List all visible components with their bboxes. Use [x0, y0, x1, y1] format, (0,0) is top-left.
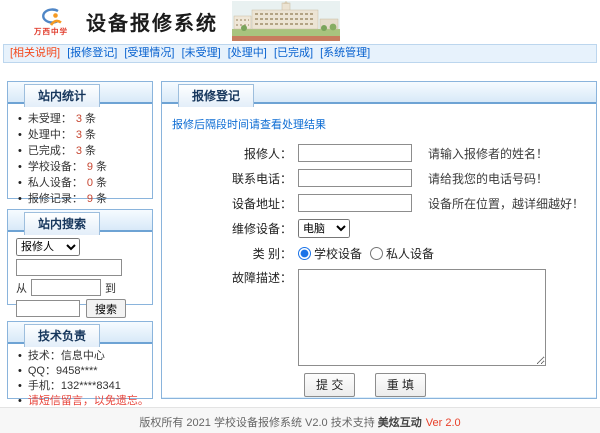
logo: 万西中学 — [28, 6, 74, 37]
sidebar: 站内统计 未受理：3条 处理中：3条 已完成：3条 学校设备：9条 私人设备：0… — [7, 81, 153, 399]
notice-text: 报修后隔段时间请查看处理结果 — [172, 116, 586, 132]
address-label: 设备地址： — [170, 195, 298, 212]
tech-item: QQ：9458**** — [16, 364, 148, 379]
main-nav: [相关说明] [报修登记] [受理情况] [未受理] [处理中] [已完成] [… — [3, 44, 597, 63]
private-device-radio[interactable] — [370, 247, 383, 260]
form-row-fault: 故障描述： — [170, 269, 586, 366]
stat-item: 处理中：3条 — [16, 127, 148, 143]
category-label: 类 别： — [170, 245, 298, 262]
address-input[interactable] — [298, 194, 412, 212]
search-to-label: 到 — [105, 280, 116, 296]
repair-panel-header: 报修登记 — [162, 82, 596, 104]
search-button[interactable]: 搜索 — [86, 299, 126, 318]
device-label: 维修设备： — [170, 220, 298, 237]
school-photo — [232, 1, 340, 41]
phone-hint: 请给我您的电话号码！ — [428, 170, 548, 187]
form-row-category: 类 别： 学校设备 私人设备 — [170, 245, 586, 262]
repair-form: 报修后隔段时间请查看处理结果 报修人： 请输入报修者的姓名！ 联系电话： 请给我… — [162, 104, 596, 397]
form-buttons: 提 交 重 填 — [304, 373, 586, 397]
category-option-private[interactable]: 私人设备 — [370, 245, 434, 262]
nav-item-system-admin[interactable]: [系统管理] — [320, 47, 370, 59]
tech-note: 请短信留言，以免遗忘。 — [16, 394, 148, 409]
fault-description-textarea[interactable] — [298, 269, 546, 366]
page-title: 设备报修系统 — [86, 7, 218, 36]
address-hint: 设备所在位置，越详细越好！ — [428, 195, 584, 212]
stat-item: 报修记录：9条 — [16, 191, 148, 207]
content-area: 站内统计 未受理：3条 处理中：3条 已完成：3条 学校设备：9条 私人设备：0… — [0, 81, 600, 399]
submit-button[interactable]: 提 交 — [304, 373, 355, 397]
nav-item-repair-register[interactable]: [报修登记] — [67, 47, 117, 59]
tech-panel: 技术负责 技术：信息中心 QQ：9458**** 手机：132****8341 … — [7, 321, 153, 399]
tech-item: 手机：132****8341 — [16, 379, 148, 394]
reporter-hint: 请输入报修者的姓名！ — [428, 145, 548, 162]
stats-panel-title: 站内统计 — [24, 84, 100, 107]
stats-panel-header: 站内统计 — [8, 82, 152, 104]
search-panel: 站内搜索 报修人 从 到 搜索 — [7, 209, 153, 305]
stat-item: 已完成：3条 — [16, 143, 148, 159]
nav-item-not-accepted[interactable]: [未受理] — [182, 47, 221, 59]
stat-item: 学校设备：9条 — [16, 159, 148, 175]
nav-item-completed[interactable]: [已完成] — [274, 47, 313, 59]
tech-panel-header: 技术负责 — [8, 322, 152, 344]
nav-item-related-info[interactable]: [相关说明] — [10, 47, 60, 59]
search-form: 报修人 从 到 搜索 — [8, 232, 152, 324]
form-row-device: 维修设备： 电脑 — [170, 219, 586, 238]
fault-label: 故障描述： — [170, 269, 298, 286]
footer-version: Ver 2.0 — [426, 417, 461, 429]
tech-item: 技术：信息中心 — [16, 349, 148, 364]
stat-item: 未受理：3条 — [16, 111, 148, 127]
form-row-address: 设备地址： 设备所在位置，越详细越好！ — [170, 194, 586, 212]
device-select[interactable]: 电脑 — [298, 219, 350, 238]
school-device-radio[interactable] — [298, 247, 311, 260]
app-header: 万西中学 设备报修系统 — [0, 0, 600, 42]
phone-input[interactable] — [298, 169, 412, 187]
search-from-label: 从 — [16, 280, 27, 296]
repair-form-panel: 报修登记 报修后隔段时间请查看处理结果 报修人： 请输入报修者的姓名！ 联系电话… — [161, 81, 597, 399]
logo-swirl-icon — [36, 6, 66, 28]
search-keyword-input[interactable] — [16, 259, 122, 276]
phone-label: 联系电话： — [170, 170, 298, 187]
nav-item-in-progress[interactable]: [处理中] — [228, 47, 267, 59]
search-from-input[interactable] — [31, 279, 101, 296]
copyright-text: 版权所有 2021 学校设备报修系统 V2.0 技术支持 — [139, 417, 377, 429]
stats-list: 未受理：3条 处理中：3条 已完成：3条 学校设备：9条 私人设备：0条 报修记… — [8, 104, 152, 213]
reporter-input[interactable] — [298, 144, 412, 162]
nav-item-handling-status[interactable]: [受理情况] — [124, 47, 174, 59]
footer-company: 美炫互动 — [378, 417, 422, 429]
panel-bottom-strip — [162, 397, 596, 398]
stat-item: 私人设备：0条 — [16, 175, 148, 191]
search-panel-title: 站内搜索 — [24, 212, 100, 235]
search-to-input[interactable] — [16, 300, 80, 317]
form-row-phone: 联系电话： 请给我您的电话号码！ — [170, 169, 586, 187]
search-panel-header: 站内搜索 — [8, 210, 152, 232]
tech-panel-title: 技术负责 — [24, 324, 100, 347]
form-row-reporter: 报修人： 请输入报修者的姓名！ — [170, 144, 586, 162]
category-option-school[interactable]: 学校设备 — [298, 245, 362, 262]
search-field-select[interactable]: 报修人 — [16, 238, 80, 256]
reset-button[interactable]: 重 填 — [375, 373, 426, 397]
tech-list: 技术：信息中心 QQ：9458**** 手机：132****8341 请短信留言… — [8, 344, 152, 415]
stats-panel: 站内统计 未受理：3条 处理中：3条 已完成：3条 学校设备：9条 私人设备：0… — [7, 81, 153, 199]
reporter-label: 报修人： — [170, 145, 298, 162]
logo-text: 万西中学 — [34, 26, 68, 37]
